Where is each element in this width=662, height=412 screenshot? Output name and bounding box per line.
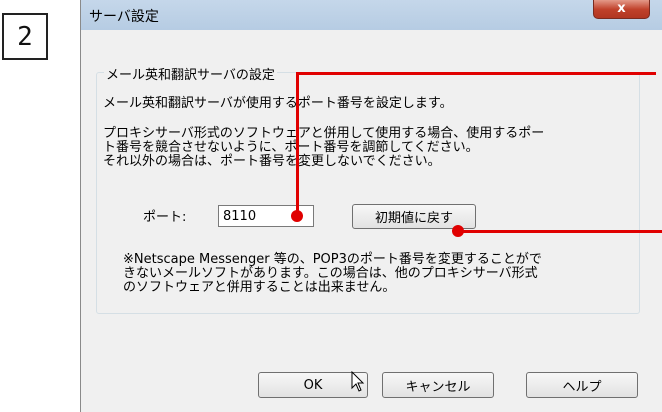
callout-line-reset <box>458 230 662 233</box>
cancel-button[interactable]: キャンセル <box>382 372 494 398</box>
step-number-badge: 2 <box>2 13 48 60</box>
help-button[interactable]: ヘルプ <box>526 372 638 398</box>
callout-line-port-top <box>296 72 656 75</box>
server-settings-dialog: サーバ設定 x メール英和翻訳サーバの設定 メール英和翻訳サーバが使用するポート… <box>80 0 662 412</box>
description-line: メール英和翻訳サーバが使用するポート番号を設定します。 <box>103 96 453 111</box>
group-title: メール英和翻訳サーバの設定 <box>104 64 277 83</box>
callout-dot-port <box>291 210 303 222</box>
mouse-pointer-icon <box>351 371 365 392</box>
note-line-1: ※Netscape Messenger 等の、POP3のポート番号を変更すること… <box>123 252 542 267</box>
callout-line-port-vertical <box>296 72 299 216</box>
note-line-3: のソフトウェアと併用することは出来ません。 <box>123 280 396 295</box>
close-icon: x <box>617 1 626 16</box>
close-button[interactable]: x <box>593 0 650 19</box>
description-para-line-3: それ以外の場合は、ポート番号を変更しないでください。 <box>103 154 441 169</box>
note-line-2: きないメールソフトがあります。この場合は、他のプロキシサーバ形式 <box>123 266 538 281</box>
description-para-line-2: ト番号を競合させないように、ポート番号を調節してください。 <box>103 140 479 155</box>
port-label: ポート: <box>143 210 187 225</box>
callout-dot-reset <box>452 225 464 237</box>
dialog-title: サーバ設定 <box>89 9 159 25</box>
title-bar: サーバ設定 x <box>81 0 662 30</box>
description-para-line-1: プロキシサーバ形式のソフトウェアと併用して使用する場合、使用するポー <box>103 126 545 141</box>
